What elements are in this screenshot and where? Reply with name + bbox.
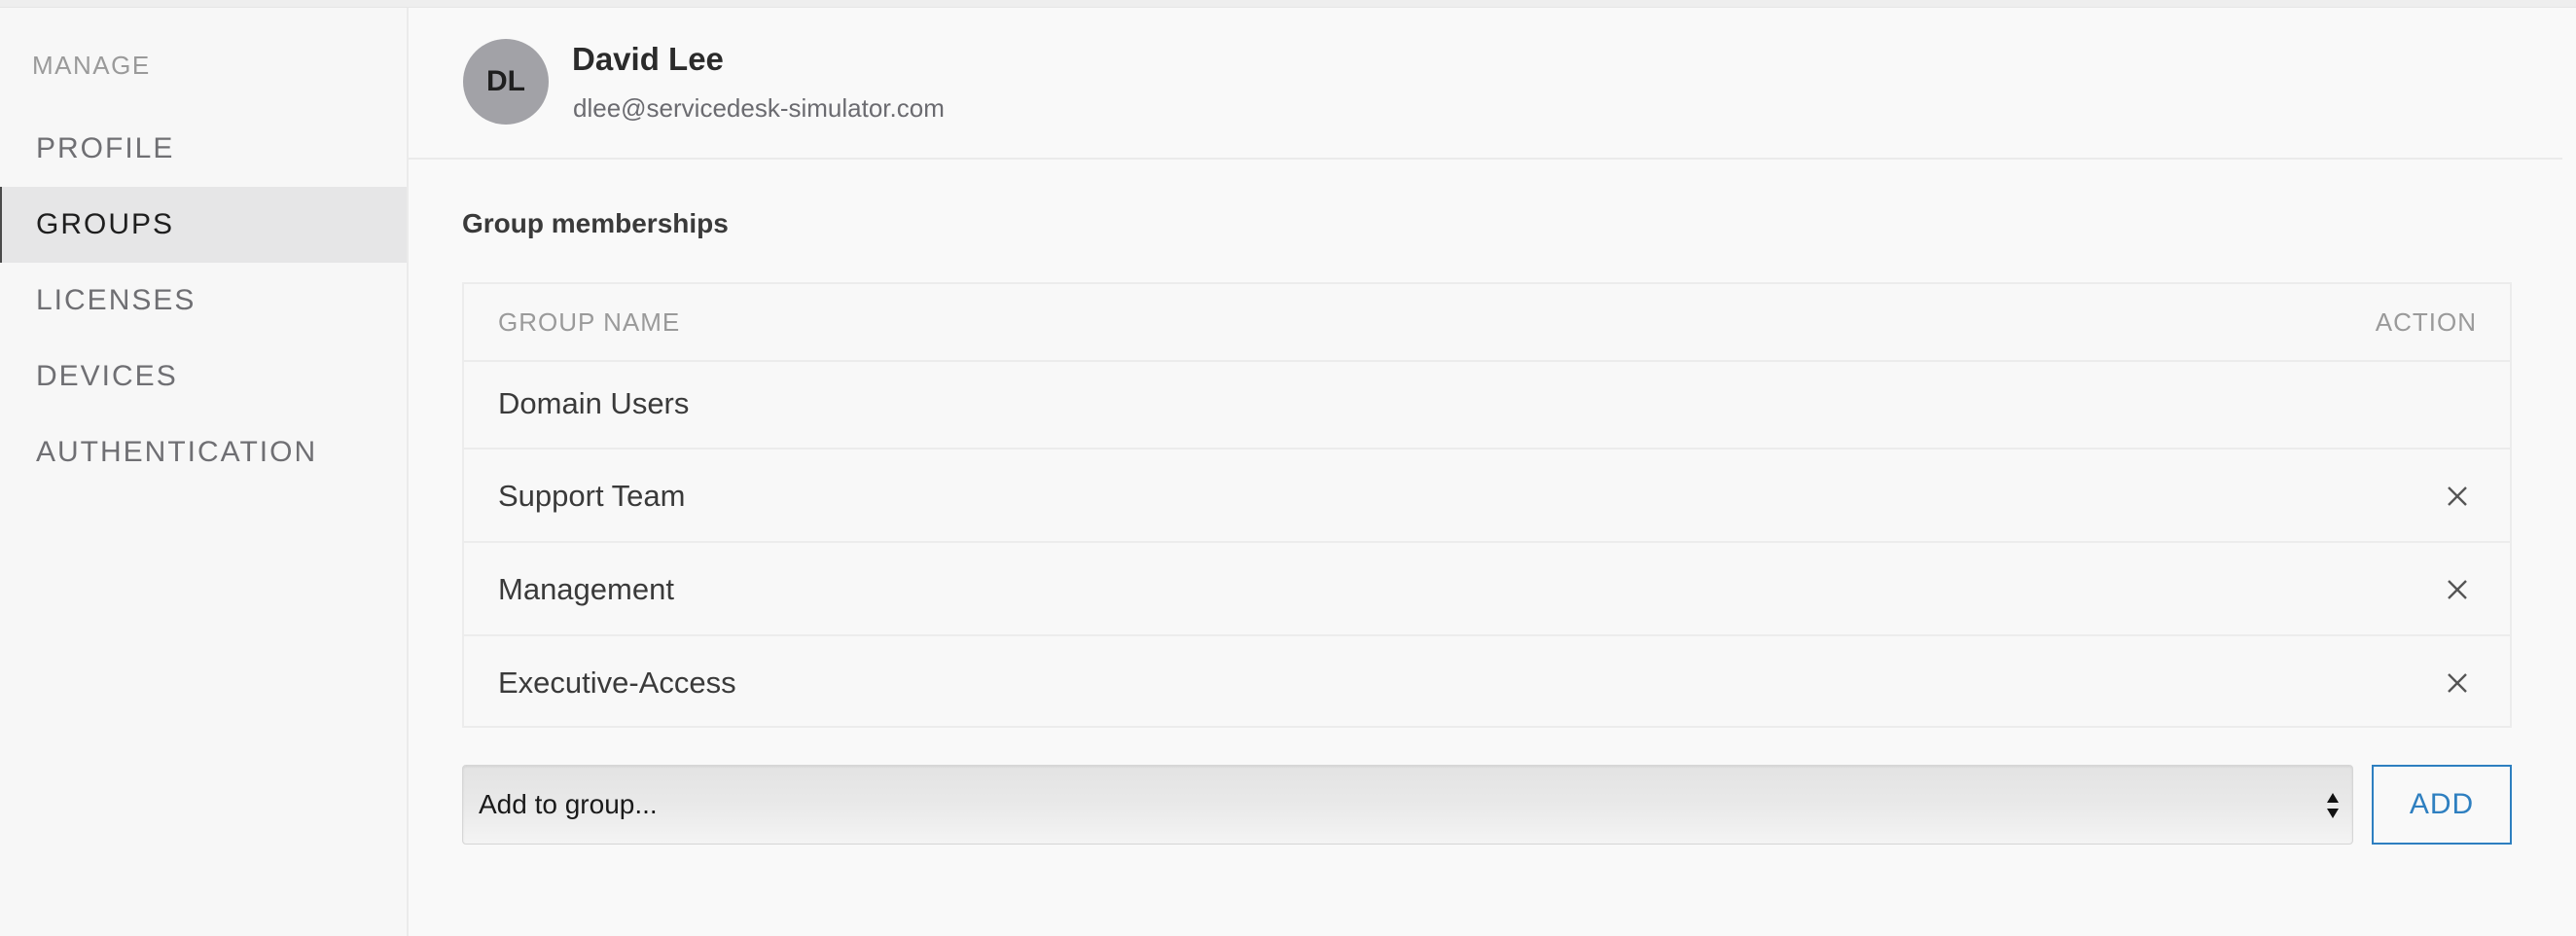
top-border — [0, 0, 2576, 8]
column-header-action: ACTION — [2375, 307, 2477, 337]
add-to-group-select[interactable]: Add to group... — [462, 765, 2353, 845]
table-row: Management — [464, 543, 2510, 636]
group-name: Management — [498, 572, 674, 606]
sidebar-item-authentication[interactable]: AUTHENTICATION — [0, 414, 407, 490]
user-header: DL David Lee dlee@servicedesk-simulator.… — [409, 8, 2562, 160]
group-memberships-title: Group memberships — [462, 208, 729, 238]
column-header-group-name: GROUP NAME — [498, 307, 681, 337]
sidebar-item-licenses[interactable]: LICENSES — [0, 263, 407, 339]
table-header: GROUP NAME ACTION — [464, 284, 2510, 362]
group-name: Executive-Access — [498, 666, 736, 700]
add-button[interactable]: ADD — [2372, 765, 2512, 845]
close-icon[interactable] — [2446, 671, 2469, 695]
sidebar: MANAGE PROFILE GROUPS LICENSES DEVICES A… — [0, 8, 409, 936]
select-arrows-icon — [2327, 793, 2339, 818]
sidebar-item-devices[interactable]: DEVICES — [0, 339, 407, 414]
group-name: Support Team — [498, 479, 686, 513]
sidebar-item-groups[interactable]: GROUPS — [0, 187, 407, 263]
sidebar-heading: MANAGE — [32, 51, 151, 80]
avatar: DL — [463, 39, 549, 125]
close-icon[interactable] — [2446, 578, 2469, 601]
group-memberships-table: GROUP NAME ACTION Domain Users Support T… — [462, 282, 2512, 728]
close-icon[interactable] — [2446, 485, 2469, 508]
table-row: Domain Users — [464, 362, 2510, 450]
table-row: Support Team — [464, 450, 2510, 543]
table-row: Executive-Access — [464, 636, 2510, 728]
group-name: Domain Users — [498, 386, 690, 420]
sidebar-item-profile[interactable]: PROFILE — [0, 111, 407, 187]
user-email: dlee@servicedesk-simulator.com — [573, 93, 945, 123]
user-name: David Lee — [572, 41, 724, 77]
add-to-group-selected-value: Add to group... — [479, 789, 658, 819]
